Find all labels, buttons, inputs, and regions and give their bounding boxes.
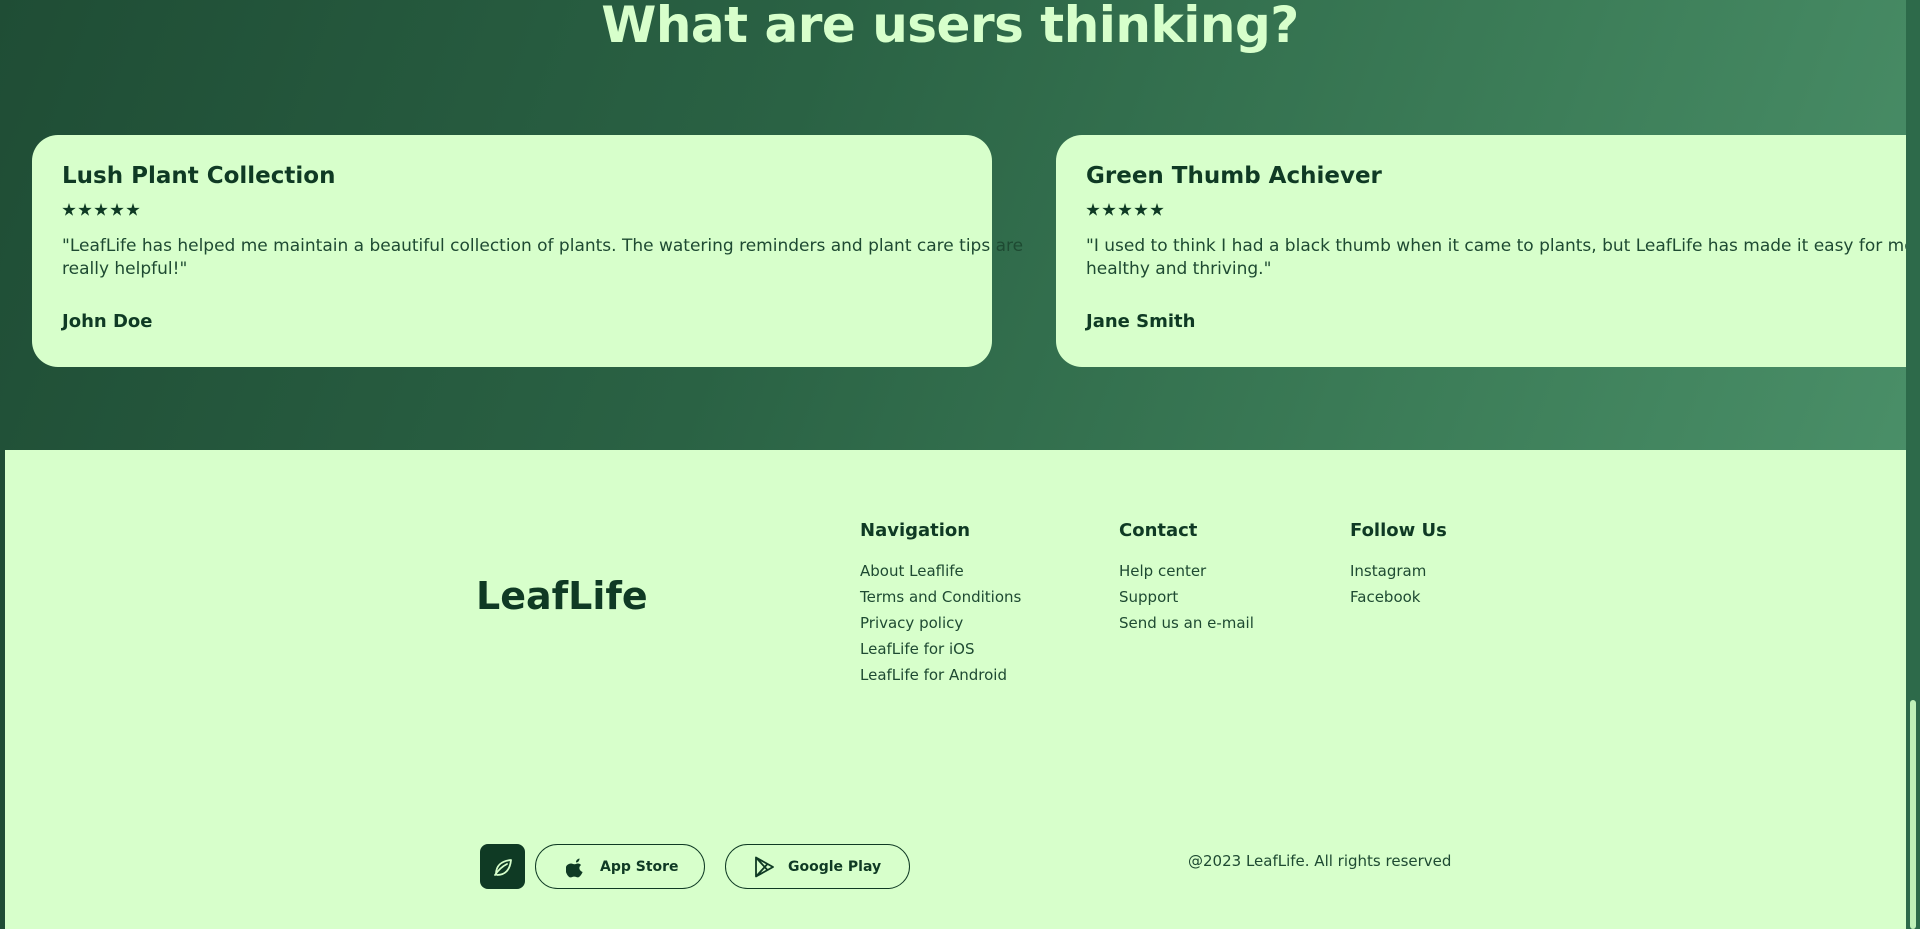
quote-line: healthy and thriving."	[1086, 259, 1272, 279]
google-play-icon	[755, 856, 774, 877]
footer-link-support[interactable]: Support	[1119, 584, 1254, 610]
star-icon	[1102, 203, 1116, 216]
google-play-label: Google Play	[788, 858, 882, 875]
footer-logo[interactable]: LeafLife	[476, 574, 648, 618]
star-rating	[1086, 203, 1920, 217]
quote-line: "LeafLife has helped me maintain a beaut…	[62, 236, 1024, 256]
star-icon	[94, 203, 108, 216]
star-icon	[1134, 203, 1148, 216]
footer-link-ios[interactable]: LeafLife for iOS	[860, 636, 1021, 662]
leaf-icon	[493, 858, 512, 876]
footer-link-privacy[interactable]: Privacy policy	[860, 610, 1021, 636]
quote-line: really helpful!"	[62, 259, 188, 279]
google-play-button[interactable]: Google Play	[725, 844, 910, 889]
footer-link-instagram[interactable]: Instagram	[1350, 558, 1447, 584]
app-store-button[interactable]: App Store	[535, 844, 705, 889]
quote-line: "I used to think I had a black thumb whe…	[1086, 236, 1920, 256]
testimonial-card: Lush Plant Collection "LeafLife has help…	[32, 135, 1024, 367]
footer-link-terms[interactable]: Terms and Conditions	[860, 584, 1021, 610]
footer-contact: Contact Help center Support Send us an e…	[1119, 520, 1254, 636]
star-icon	[110, 203, 124, 216]
testimonial-title: Green Thumb Achiever	[1086, 163, 1382, 189]
testimonial-title: Lush Plant Collection	[62, 163, 336, 189]
app-store-label: App Store	[600, 858, 679, 875]
star-rating	[62, 203, 962, 217]
footer-column-title: Navigation	[860, 520, 971, 541]
footer-column-title: Follow Us	[1350, 520, 1447, 541]
apple-icon	[566, 858, 583, 877]
footer-link-email[interactable]: Send us an e-mail	[1119, 610, 1254, 636]
footer-column-title: Contact	[1119, 520, 1198, 541]
star-icon	[62, 203, 76, 216]
star-icon	[1086, 203, 1100, 216]
star-icon	[78, 203, 92, 216]
copyright-text: @2023 LeafLife. All rights reserved	[1188, 852, 1452, 870]
testimonial-author: Jane Smith	[1086, 311, 1196, 332]
scrollbar-thumb[interactable]	[1910, 700, 1916, 929]
testimonials-section: What are users thinking? Lush Plant Coll…	[0, 0, 1920, 450]
testimonial-card: Green Thumb Achiever "I used to think I …	[1056, 135, 1920, 367]
footer-link-about[interactable]: About Leaflife	[860, 558, 1021, 584]
testimonial-quote: "I used to think I had a black thumb whe…	[1086, 235, 1920, 281]
footer-link-android[interactable]: LeafLife for Android	[860, 662, 1021, 688]
footer-link-help-center[interactable]: Help center	[1119, 558, 1254, 584]
leaf-logo-button[interactable]	[480, 844, 525, 889]
star-icon	[126, 203, 140, 216]
section-title: What are users thinking?	[601, 0, 1299, 54]
star-icon	[1150, 203, 1164, 216]
testimonial-quote: "LeafLife has helped me maintain a beaut…	[62, 235, 1024, 281]
testimonial-author: John Doe	[62, 311, 153, 332]
site-footer: LeafLife Navigation About Leaflife Terms…	[5, 450, 1906, 929]
footer-link-facebook[interactable]: Facebook	[1350, 584, 1447, 610]
footer-navigation: Navigation About Leaflife Terms and Cond…	[860, 520, 1021, 688]
footer-follow: Follow Us Instagram Facebook	[1350, 520, 1447, 610]
star-icon	[1118, 203, 1132, 216]
